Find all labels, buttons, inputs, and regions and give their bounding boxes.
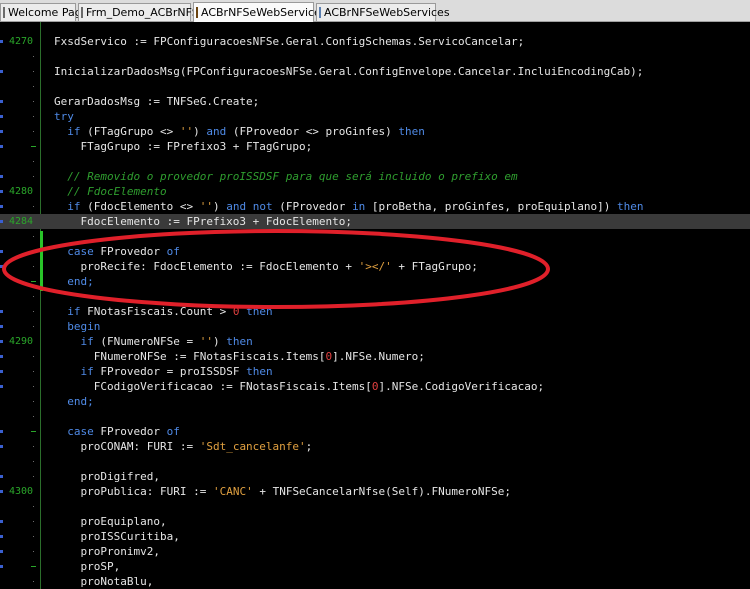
tab-2[interactable]: Frm_Demo_ACBrNFSe <box>78 3 205 21</box>
tab-1[interactable]: Welcome Page <box>0 3 88 21</box>
grid-icon <box>3 7 5 18</box>
tab-3[interactable]: ACBrNFSeWebServices <box>193 2 327 22</box>
tab-4[interactable]: ACBrNFSeWebServices <box>316 3 450 21</box>
code-editor[interactable]: 4270 FxsdServico := FPConfiguracoesNFSe.G… <box>0 22 750 589</box>
grid-icon <box>81 7 83 18</box>
tab-label: ACBrNFSeWebServices <box>324 5 450 19</box>
tab-label: Welcome Page <box>8 5 89 19</box>
page-icon <box>319 7 321 18</box>
unit-icon <box>196 7 198 18</box>
tab-label: ACBrNFSeWebServices <box>201 5 327 19</box>
tab-label: Frm_Demo_ACBrNFSe <box>86 5 206 19</box>
editor-tab-bar: Welcome Page Frm_Demo_ACBrNFSe ACBrNFSeWeb… <box>0 0 750 22</box>
annotation-ellipse <box>2 229 550 309</box>
